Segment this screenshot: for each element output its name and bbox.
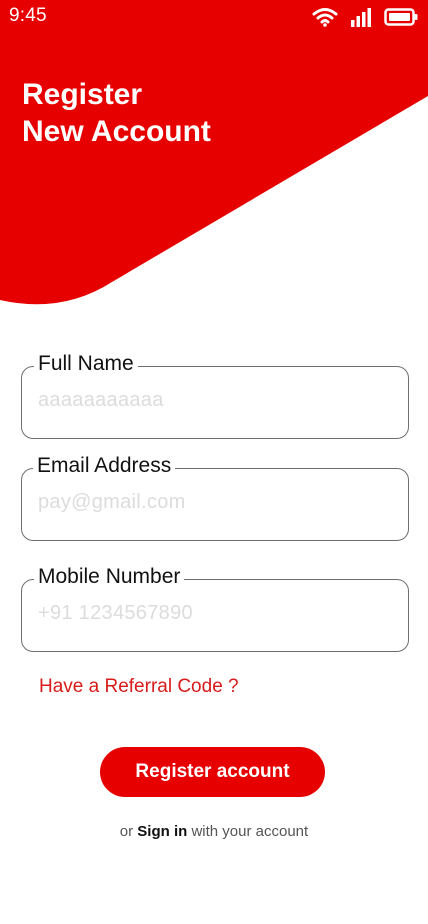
- battery-icon: [384, 8, 418, 26]
- page-title: Register New Account: [22, 76, 211, 150]
- referral-code-link[interactable]: Have a Referral Code ?: [39, 676, 239, 698]
- mobile-field[interactable]: Mobile Number +91 1234567890: [21, 565, 409, 652]
- email-field[interactable]: Email Address pay@gmail.com: [21, 454, 409, 541]
- email-label: Email Address: [33, 454, 176, 478]
- wifi-icon: [312, 8, 338, 27]
- full-name-input[interactable]: aaaaaaaaaaa: [38, 389, 164, 412]
- page-title-line1: Register: [22, 78, 143, 111]
- status-icons: [312, 6, 418, 28]
- header-background: [0, 0, 428, 305]
- mobile-label: Mobile Number: [34, 565, 185, 589]
- signin-suffix: with your account: [191, 823, 309, 840]
- signin-link[interactable]: Sign in: [137, 823, 187, 840]
- register-button[interactable]: Register account: [100, 747, 325, 797]
- email-input[interactable]: pay@gmail.com: [38, 491, 186, 514]
- signin-row: or Sign in with your account: [0, 823, 428, 840]
- signin-prefix: or: [119, 823, 134, 840]
- signal-icon: [351, 8, 371, 27]
- status-time: 9:45: [9, 5, 47, 26]
- status-bar: 9:45: [0, 0, 428, 36]
- full-name-label: Full Name: [34, 352, 138, 376]
- full-name-field[interactable]: Full Name aaaaaaaaaaa: [21, 352, 409, 439]
- mobile-input[interactable]: +91 1234567890: [38, 602, 193, 625]
- page-title-line2: New Account: [22, 115, 211, 148]
